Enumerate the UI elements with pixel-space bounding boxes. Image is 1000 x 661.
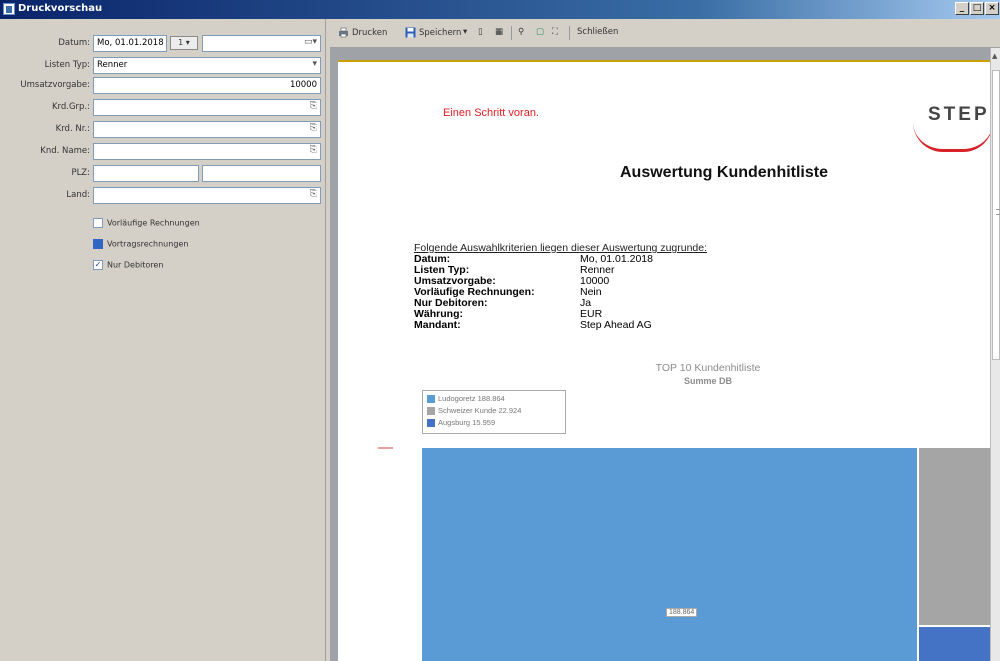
fullscreen-icon[interactable]: ⛶ bbox=[552, 27, 558, 37]
knd-name-field[interactable]: ⎘ bbox=[93, 143, 321, 160]
print-preview-window: Druckvorschau _ □ × Datum: Mo, 01.01.201… bbox=[0, 0, 1000, 661]
datum-row: Datum: Mo, 01.01.2018 1 ▾ ▭▾ bbox=[0, 35, 326, 53]
window-title: Druckvorschau bbox=[18, 3, 103, 14]
krd-grp-field[interactable]: ⎘ bbox=[93, 99, 321, 116]
lookup-icon[interactable]: ⎘ bbox=[310, 123, 317, 133]
krd-nr-label: Krd. Nr.: bbox=[55, 124, 90, 134]
bar-data-label: 188.864 bbox=[666, 608, 698, 617]
krd-nr-field[interactable]: ⎘ bbox=[93, 121, 321, 138]
maximize-button[interactable]: □ bbox=[970, 2, 984, 15]
umsatzvorgabe-label: Umsatzvorgabe: bbox=[20, 80, 90, 90]
bar-schweizer-kunde bbox=[919, 448, 990, 625]
toolbar-separator bbox=[511, 26, 512, 40]
land-label: Land: bbox=[66, 190, 90, 200]
vertical-scrollbar[interactable]: ▲ bbox=[990, 48, 1000, 661]
krd-nr-row: Krd. Nr.: ⎘ bbox=[0, 121, 326, 139]
lookup-icon[interactable]: ⎘ bbox=[310, 189, 317, 199]
binoculars-icon[interactable]: ⚲ bbox=[518, 27, 524, 37]
toolbar-separator bbox=[569, 26, 570, 40]
app-icon bbox=[3, 3, 15, 15]
krd-grp-row: Krd.Grp.: ⎘ bbox=[0, 99, 326, 117]
checkbox-unchecked-icon[interactable] bbox=[93, 218, 103, 228]
chevron-down-icon[interactable]: ▾ bbox=[312, 59, 317, 69]
close-button[interactable]: × bbox=[985, 2, 999, 15]
datum-field[interactable]: Mo, 01.01.2018 bbox=[93, 35, 167, 52]
close-preview-button[interactable]: Schließen bbox=[577, 27, 618, 37]
scroll-up-icon[interactable]: ▲ bbox=[992, 52, 997, 60]
land-field[interactable]: ⎘ bbox=[93, 187, 321, 204]
land-row: Land: ⎘ bbox=[0, 187, 326, 205]
vorlaeufige-checkbox[interactable]: Vorläufige Rechnungen bbox=[93, 218, 200, 232]
datum-label: Datum: bbox=[58, 38, 90, 48]
vortrag-checkbox[interactable]: Vortragsrechnungen bbox=[93, 239, 188, 253]
listen-typ-select[interactable]: Renner ▾ bbox=[93, 57, 321, 74]
listen-typ-label: Listen Typ: bbox=[44, 60, 90, 70]
title-bar: Druckvorschau _ □ × bbox=[0, 0, 1000, 19]
bar-ludogoretz bbox=[422, 448, 917, 661]
umsatzvorgabe-field[interactable]: 10000 bbox=[93, 77, 321, 94]
listen-typ-row: Listen Typ: Renner ▾ bbox=[0, 57, 326, 75]
knd-name-label: Knd. Name: bbox=[40, 146, 90, 156]
plz-label: PLZ: bbox=[71, 168, 90, 178]
lookup-icon[interactable]: ⎘ bbox=[310, 145, 317, 155]
preview-toolbar: Drucken Speichern ▾ ▯ ▦ ⚲ ▢ ⛶ Schließen bbox=[330, 19, 1000, 48]
minimize-button[interactable]: _ bbox=[955, 2, 969, 15]
nur-debitoren-checkbox[interactable]: ✓ Nur Debitoren bbox=[93, 260, 163, 274]
report-viewport[interactable]: Einen Schritt voran. STEP Auswertung Kun… bbox=[330, 48, 990, 661]
datum-spin-button[interactable]: 1 ▾ bbox=[170, 36, 198, 50]
plz-to-field[interactable] bbox=[202, 165, 321, 182]
krd-grp-label: Krd.Grp.: bbox=[51, 102, 90, 112]
bar-augsburg bbox=[919, 627, 990, 661]
printer-icon bbox=[339, 27, 348, 38]
plz-row: PLZ: bbox=[0, 165, 326, 183]
chart-svg bbox=[422, 448, 990, 661]
save-button[interactable]: Speichern bbox=[405, 27, 461, 38]
checkbox-filled-icon[interactable] bbox=[93, 239, 103, 249]
floppy-disk-icon bbox=[405, 27, 416, 38]
checkbox-checked-icon[interactable]: ✓ bbox=[93, 260, 103, 270]
page-prev-icon[interactable]: ▯ bbox=[478, 27, 483, 37]
knd-name-row: Knd. Name: ⎘ bbox=[0, 143, 326, 161]
page-green-icon[interactable]: ▢ bbox=[536, 27, 544, 37]
report-page: Einen Schritt voran. STEP Auswertung Kun… bbox=[338, 60, 990, 661]
plz-from-field[interactable] bbox=[93, 165, 199, 182]
grip-icon bbox=[996, 209, 1000, 215]
datum-to-field[interactable]: ▭▾ bbox=[202, 35, 321, 52]
save-dropdown-icon[interactable]: ▾ bbox=[463, 27, 467, 37]
scroll-thumb[interactable] bbox=[992, 70, 1000, 360]
filter-panel: Datum: Mo, 01.01.2018 1 ▾ ▭▾ Listen Typ:… bbox=[0, 19, 326, 661]
lookup-icon[interactable]: ⎘ bbox=[310, 101, 317, 111]
calendar-dropdown-icon[interactable]: ▭▾ bbox=[304, 37, 317, 47]
page-view-icon[interactable]: ▦ bbox=[495, 27, 503, 37]
print-button[interactable]: Drucken bbox=[338, 27, 387, 38]
umsatzvorgabe-row: Umsatzvorgabe: 10000 bbox=[0, 77, 326, 95]
